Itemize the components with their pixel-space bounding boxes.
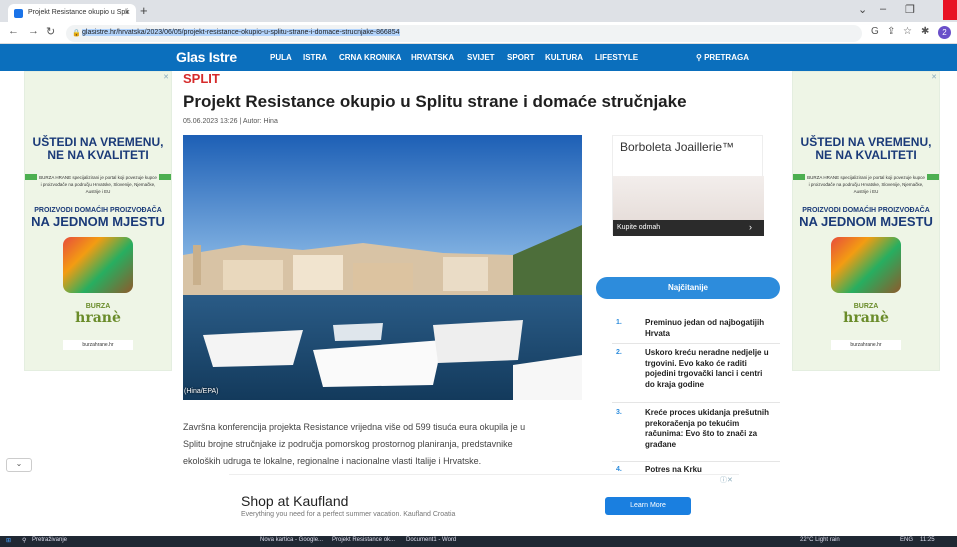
back-icon[interactable]: ← <box>8 25 19 37</box>
search-link[interactable]: ⚲ PRETRAGA <box>696 53 749 62</box>
bottom-ad[interactable]: ⓘ✕ Shop at Kaufland Everything you need … <box>229 474 739 524</box>
ad-stripe <box>793 174 805 180</box>
ad-subheadline-large: NA JEDNOM MJESTU <box>799 214 933 229</box>
article-paragraph-line: Završna konferencija projekta Resistance… <box>183 422 526 432</box>
ad-stripe <box>159 174 171 180</box>
cta-arrow-icon: › <box>749 222 752 232</box>
article-meta: 05.06.2023 13:26 | Autor: Hina <box>183 118 278 125</box>
ad-headline: UŠTEDI NA VREMENU, NE NA KVALITETI <box>800 135 932 162</box>
restore-icon[interactable]: ❐ <box>905 3 915 16</box>
nav-svijet[interactable]: SVIJET <box>467 53 495 62</box>
bookmark-star-icon[interactable]: ☆ <box>903 26 912 37</box>
most-read-item[interactable]: Potres na Krku <box>645 465 770 473</box>
divider <box>612 461 780 462</box>
ad-choices-icon[interactable]: ⓘ✕ <box>720 475 733 485</box>
nav-lifestyle[interactable]: LIFESTYLE <box>595 53 638 62</box>
article-paragraph-line: ekoloških udruga te lokalne, regionalne … <box>183 456 482 466</box>
minimize-icon[interactable]: – <box>880 3 886 15</box>
nav-crna-kronika[interactable]: CRNA KRONIKA <box>339 53 401 62</box>
nav-pula[interactable]: PULA <box>270 53 292 62</box>
ad-headline: UŠTEDI NA VREMENU, NE NA KVALITETI <box>32 135 164 162</box>
ad-close-icon[interactable]: ✕ <box>931 73 937 81</box>
brand-ad-cta[interactable]: Kupite odmah › <box>613 220 764 236</box>
most-read-item[interactable]: Preminuo jedan od najbogatijih Hrvata <box>645 318 770 339</box>
article-paragraph-line: Splitu brojne stručnjake iz područja pom… <box>183 439 513 449</box>
ad-stripe <box>927 174 939 180</box>
close-window-button[interactable] <box>943 0 957 20</box>
clock[interactable]: 11:25 <box>920 537 935 543</box>
ad-small-text: BURZA HRANE specijalizirani je portal ko… <box>39 175 157 194</box>
article-photo[interactable] <box>183 135 582 400</box>
taskbar-search-label[interactable]: Pretraživanje <box>32 537 67 543</box>
language-label[interactable]: ENG <box>900 537 913 543</box>
search-icon: ⚲ <box>696 53 705 62</box>
new-tab-button[interactable]: + <box>140 3 148 18</box>
ad-brand-top: BURZA <box>85 303 111 310</box>
favicon-icon <box>14 9 23 18</box>
reload-icon[interactable]: ↻ <box>46 25 55 38</box>
weather-label[interactable]: 22°C Light rain <box>800 537 840 543</box>
taskbar-app-chrome[interactable]: Nova kartica - Google... <box>260 537 323 543</box>
url-text: glasistre.hr/hrvatska/2023/06/05/projekt… <box>82 29 400 36</box>
forward-icon[interactable]: → <box>28 25 39 37</box>
lock-icon: 🔒 <box>72 30 81 37</box>
nav-istra[interactable]: ISTRA <box>303 53 327 62</box>
taskbar: ⊞ ⚲ Pretraživanje Nova kartica - Google.… <box>0 536 957 547</box>
ad-stripe <box>25 174 37 180</box>
search-label: PRETRAGA <box>704 53 749 62</box>
url-field[interactable]: 🔒 glasistre.hr/hrvatska/2023/06/05/proje… <box>66 25 862 42</box>
ad-subheadline: PROIZVODI DOMAĆIH PROIZVOĐAČA <box>802 207 930 214</box>
share-icon[interactable]: ⇪ <box>887 26 895 37</box>
profile-avatar[interactable]: 2 <box>938 26 951 39</box>
bottom-ad-title: Shop at Kaufland <box>241 493 349 509</box>
google-icon[interactable]: G <box>871 26 879 37</box>
ad-brand-logo: hranè <box>75 310 121 326</box>
tab-search-icon[interactable]: ⌄ <box>858 3 867 16</box>
cta-label: Kupite odmah <box>617 224 661 231</box>
jewelry-image <box>613 176 764 224</box>
taskbar-app-chrome-2[interactable]: Projekt Resistance ok... <box>332 537 395 543</box>
most-read-item[interactable]: Kreće proces ukidanja prešutnih prekorač… <box>645 408 770 450</box>
most-read-number: 2. <box>616 349 622 356</box>
photo-credit: (Hina/EPA) <box>184 388 219 395</box>
divider <box>612 343 780 344</box>
nav-kultura[interactable]: KULTURA <box>545 53 583 62</box>
extensions-icon[interactable]: ✱ <box>921 26 929 37</box>
ad-small-text: BURZA HRANE specijalizirani je portal ko… <box>807 175 925 194</box>
food-basket-image <box>63 237 133 293</box>
close-tab-icon[interactable]: × <box>125 7 130 17</box>
browser-tab[interactable]: Projekt Resistance okupio u Spli × <box>8 4 136 22</box>
ad-brand-logo: hranè <box>843 310 889 326</box>
brand-ad[interactable]: Borboleta Joaillerie™ Kupite odmah › <box>612 135 764 236</box>
most-read-number: 3. <box>616 409 622 416</box>
ad-subheadline-large: NA JEDNOM MJESTU <box>31 214 165 229</box>
article-title: Projekt Resistance okupio u Splitu stran… <box>183 92 687 111</box>
ad-subheadline: PROIZVODI DOMAĆIH PROIZVOĐAČA <box>34 207 162 214</box>
learn-more-button[interactable]: Learn More <box>605 497 691 515</box>
ad-close-icon[interactable]: ✕ <box>163 73 169 81</box>
nav-sport[interactable]: SPORT <box>507 53 535 62</box>
most-read-number: 1. <box>616 319 622 326</box>
taskbar-app-word[interactable]: Document1 - Word <box>406 537 456 543</box>
collapse-ad-button[interactable]: ⌄ <box>6 458 32 472</box>
most-read-item[interactable]: Uskoro kreću neradne nedjelje u trgovini… <box>645 348 770 390</box>
left-side-ad[interactable]: ✕ UŠTEDI NA VREMENU, NE NA KVALITETI BUR… <box>24 71 172 371</box>
tab-title: Projekt Resistance okupio u Spli <box>28 9 129 16</box>
taskbar-search-icon[interactable]: ⚲ <box>22 537 26 544</box>
site-logo[interactable]: Glas Istre <box>176 49 237 65</box>
harbor-photo-image <box>183 135 582 400</box>
ad-brand-top: BURZA <box>853 303 879 310</box>
windows-start-icon[interactable]: ⊞ <box>6 537 11 544</box>
ad-site-link: burzahrane.hr <box>63 340 133 350</box>
brand-ad-name: Borboleta Joaillerie™ <box>620 140 735 154</box>
bottom-ad-subtitle: Everything you need for a perfect summer… <box>241 511 456 518</box>
food-basket-image <box>831 237 901 293</box>
right-side-ad[interactable]: ✕ UŠTEDI NA VREMENU, NE NA KVALITETI BUR… <box>792 71 940 371</box>
nav-hrvatska[interactable]: HRVATSKA <box>411 53 454 62</box>
ad-site-link: burzahrane.hr <box>831 340 901 350</box>
divider <box>612 402 780 403</box>
most-read-header[interactable]: Najčitanije <box>596 277 780 299</box>
section-label[interactable]: SPLIT <box>183 71 220 86</box>
most-read-number: 4. <box>616 466 622 473</box>
